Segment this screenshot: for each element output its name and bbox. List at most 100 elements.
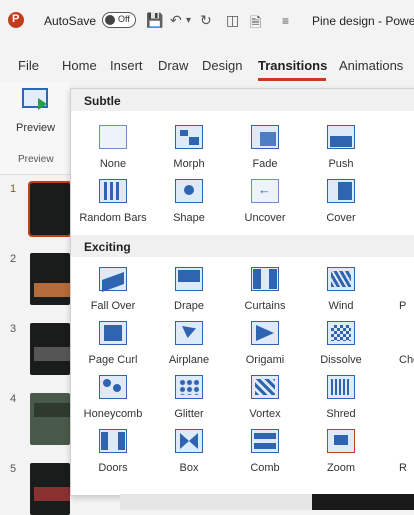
transition-wind[interactable]: Wind	[305, 267, 377, 321]
transition-fall-over[interactable]: Fall Over	[77, 267, 149, 321]
doors-icon	[99, 429, 127, 453]
curtains-icon	[251, 267, 279, 291]
active-tab-indicator	[258, 78, 326, 81]
transition-shape[interactable]: Shape	[153, 179, 225, 233]
save-icon[interactable]: 💾	[146, 12, 163, 29]
dissolve-icon	[327, 321, 355, 345]
transition-clipped[interactable]	[381, 375, 414, 429]
tab-home[interactable]: Home	[62, 58, 97, 73]
autosave-state: Off	[118, 14, 130, 24]
transition-random-bars[interactable]: Random Bars	[77, 179, 149, 233]
autosave-toggle[interactable]: Off	[102, 12, 136, 28]
cover-icon	[327, 179, 355, 203]
redo-icon[interactable]: ↻	[200, 12, 212, 29]
slide-thumbnail-5[interactable]	[30, 463, 70, 515]
transition-label: R	[399, 462, 407, 474]
none-icon	[99, 125, 127, 149]
title-bar: AutoSave Off 💾 ↶ ▾ ↻ ◫ 🗎 ≡ Pine design -…	[0, 0, 414, 40]
section-title-exciting: Exciting	[84, 240, 131, 254]
transition-clipped[interactable]: R	[381, 429, 414, 483]
drape-icon	[175, 267, 203, 291]
uncover-icon: ←	[251, 179, 279, 203]
transition-label: Che	[399, 354, 414, 366]
transition-push[interactable]: Push	[305, 125, 377, 179]
transition-origami[interactable]: Origami	[229, 321, 301, 375]
new-slide-icon[interactable]: 🗎	[250, 12, 261, 36]
transition-label: Wind	[328, 300, 354, 312]
transition-label: Cover	[326, 212, 356, 224]
transition-shred[interactable]: Shred	[305, 375, 377, 429]
tab-animations[interactable]: Animations	[339, 58, 403, 73]
shape-icon	[175, 179, 203, 203]
slide-number: 3	[10, 323, 17, 335]
random-bars-icon	[99, 179, 127, 203]
undo-icon[interactable]: ↶	[170, 12, 182, 29]
section-title-subtle: Subtle	[84, 94, 121, 108]
tab-transitions[interactable]: Transitions	[258, 58, 327, 73]
customize-toolbar-icon[interactable]: ≡	[282, 14, 289, 28]
glitter-icon	[175, 375, 203, 399]
transition-morph[interactable]: Morph	[153, 125, 225, 179]
morph-icon	[175, 125, 203, 149]
transition-honeycomb[interactable]: Honeycomb	[77, 375, 149, 429]
transition-cover[interactable]: Cover	[305, 179, 377, 233]
powerpoint-logo-icon	[8, 12, 24, 28]
transition-clipped[interactable]: Che	[381, 321, 414, 375]
vortex-icon	[251, 375, 279, 399]
fade-icon	[251, 125, 279, 149]
transition-box[interactable]: Box	[153, 429, 225, 483]
transition-label: Zoom	[326, 462, 356, 474]
transition-curtains[interactable]: Curtains	[229, 267, 301, 321]
transition-comb[interactable]: Comb	[229, 429, 301, 483]
wind-icon	[327, 267, 355, 291]
transition-clipped[interactable]: P	[381, 267, 414, 321]
document-title: Pine design - Powe	[312, 14, 414, 28]
transition-drape[interactable]: Drape	[153, 267, 225, 321]
slide-number: 1	[10, 183, 17, 195]
transition-none[interactable]: None	[77, 125, 149, 179]
comb-icon	[251, 429, 279, 453]
slide-thumbnail-2[interactable]	[30, 253, 70, 305]
transition-zoom[interactable]: Zoom	[305, 429, 377, 483]
slide-number: 5	[10, 463, 17, 475]
fall-over-icon	[99, 267, 127, 293]
tab-insert[interactable]: Insert	[110, 58, 143, 73]
present-icon[interactable]: ◫	[226, 12, 239, 29]
page-curl-icon	[99, 321, 127, 345]
undo-dropdown-icon[interactable]: ▾	[186, 15, 191, 26]
tab-draw[interactable]: Draw	[158, 58, 188, 73]
transition-uncover[interactable]: ← Uncover	[229, 179, 301, 233]
slide-thumbnail-1[interactable]	[28, 181, 72, 237]
slide-canvas-preview	[312, 494, 414, 510]
transition-label: Dissolve	[320, 354, 362, 366]
push-icon	[327, 125, 355, 149]
slide-number: 2	[10, 253, 17, 265]
honeycomb-icon	[99, 375, 127, 399]
transition-label: P	[399, 300, 407, 312]
slide-thumbnail-4[interactable]	[30, 393, 70, 445]
transition-doors[interactable]: Doors	[77, 429, 149, 483]
transition-label: Shred	[326, 408, 356, 420]
tab-design[interactable]: Design	[202, 58, 242, 73]
preview-button-label: Preview	[16, 122, 56, 134]
box-icon	[175, 429, 203, 453]
transition-page-curl[interactable]: Page Curl	[77, 321, 149, 375]
airplane-icon	[175, 321, 203, 345]
slide-thumbnail-3[interactable]	[30, 323, 70, 375]
slide-thumbnails-pane: 1 2 3 4 5	[0, 175, 72, 515]
slide-number: 4	[10, 393, 17, 405]
transition-glitter[interactable]: Glitter	[153, 375, 225, 429]
transition-vortex[interactable]: Vortex	[229, 375, 301, 429]
transition-fade[interactable]: Fade	[229, 125, 301, 179]
transition-airplane[interactable]: Airplane	[153, 321, 225, 375]
autosave-label: AutoSave	[44, 14, 97, 28]
transition-dissolve[interactable]: Dissolve	[305, 321, 377, 375]
origami-icon	[251, 321, 279, 345]
tab-file[interactable]: File	[18, 58, 39, 73]
preview-group-label: Preview	[18, 154, 54, 165]
preview-icon	[22, 88, 48, 110]
transitions-gallery: Subtle None Morph Fade Push Random Bars …	[70, 88, 414, 496]
subtle-section-header	[71, 89, 414, 111]
preview-group: Preview Preview	[0, 82, 70, 175]
transition-label: Push	[328, 158, 354, 170]
